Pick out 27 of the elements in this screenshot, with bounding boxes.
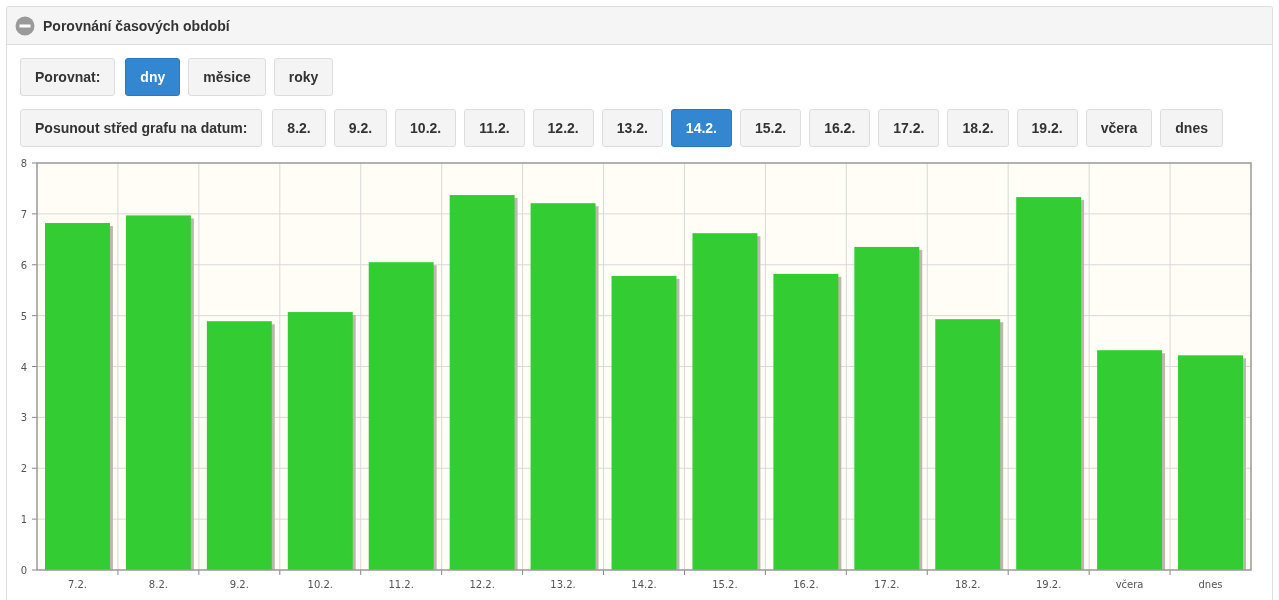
y-tick-label: 7 [20, 208, 27, 220]
x-tick-label: 12.2. [469, 579, 495, 590]
x-tick-label: 19.2. [1035, 579, 1062, 590]
x-tick-label: 14.2. [631, 579, 657, 590]
x-tick-label: včera [1115, 579, 1144, 590]
shift-label: Posunout střed grafu na datum: [20, 109, 263, 147]
x-tick-label: 9.2. [229, 579, 249, 590]
x-tick-label: 13.2. [550, 579, 576, 590]
x-tick-label: 11.2. [388, 579, 414, 590]
x-tick-label: 15.2. [712, 579, 738, 590]
y-tick-label: 5 [20, 310, 27, 322]
x-tick-label: 8.2. [148, 579, 168, 590]
x-tick-label: dnes [1198, 579, 1223, 590]
x-tick-label: 17.2. [874, 579, 900, 590]
x-tick-label: 18.2. [955, 579, 981, 590]
x-tick-label: 7.2. [67, 579, 87, 590]
y-tick-label: 3 [20, 412, 27, 424]
y-tick-label: 6 [20, 259, 27, 271]
y-tick-label: 0 [20, 565, 27, 576]
x-tick-label: 16.2. [793, 579, 819, 590]
y-tick-label: 1 [20, 514, 27, 526]
y-tick-label: 2 [20, 463, 27, 475]
compare-label: Porovnat: [20, 58, 116, 96]
y-tick-label: 8 [20, 158, 27, 169]
x-tick-label: 10.2. [307, 579, 333, 590]
panel-title: Porovnání časových období [43, 17, 230, 34]
y-tick-label: 4 [20, 361, 27, 373]
